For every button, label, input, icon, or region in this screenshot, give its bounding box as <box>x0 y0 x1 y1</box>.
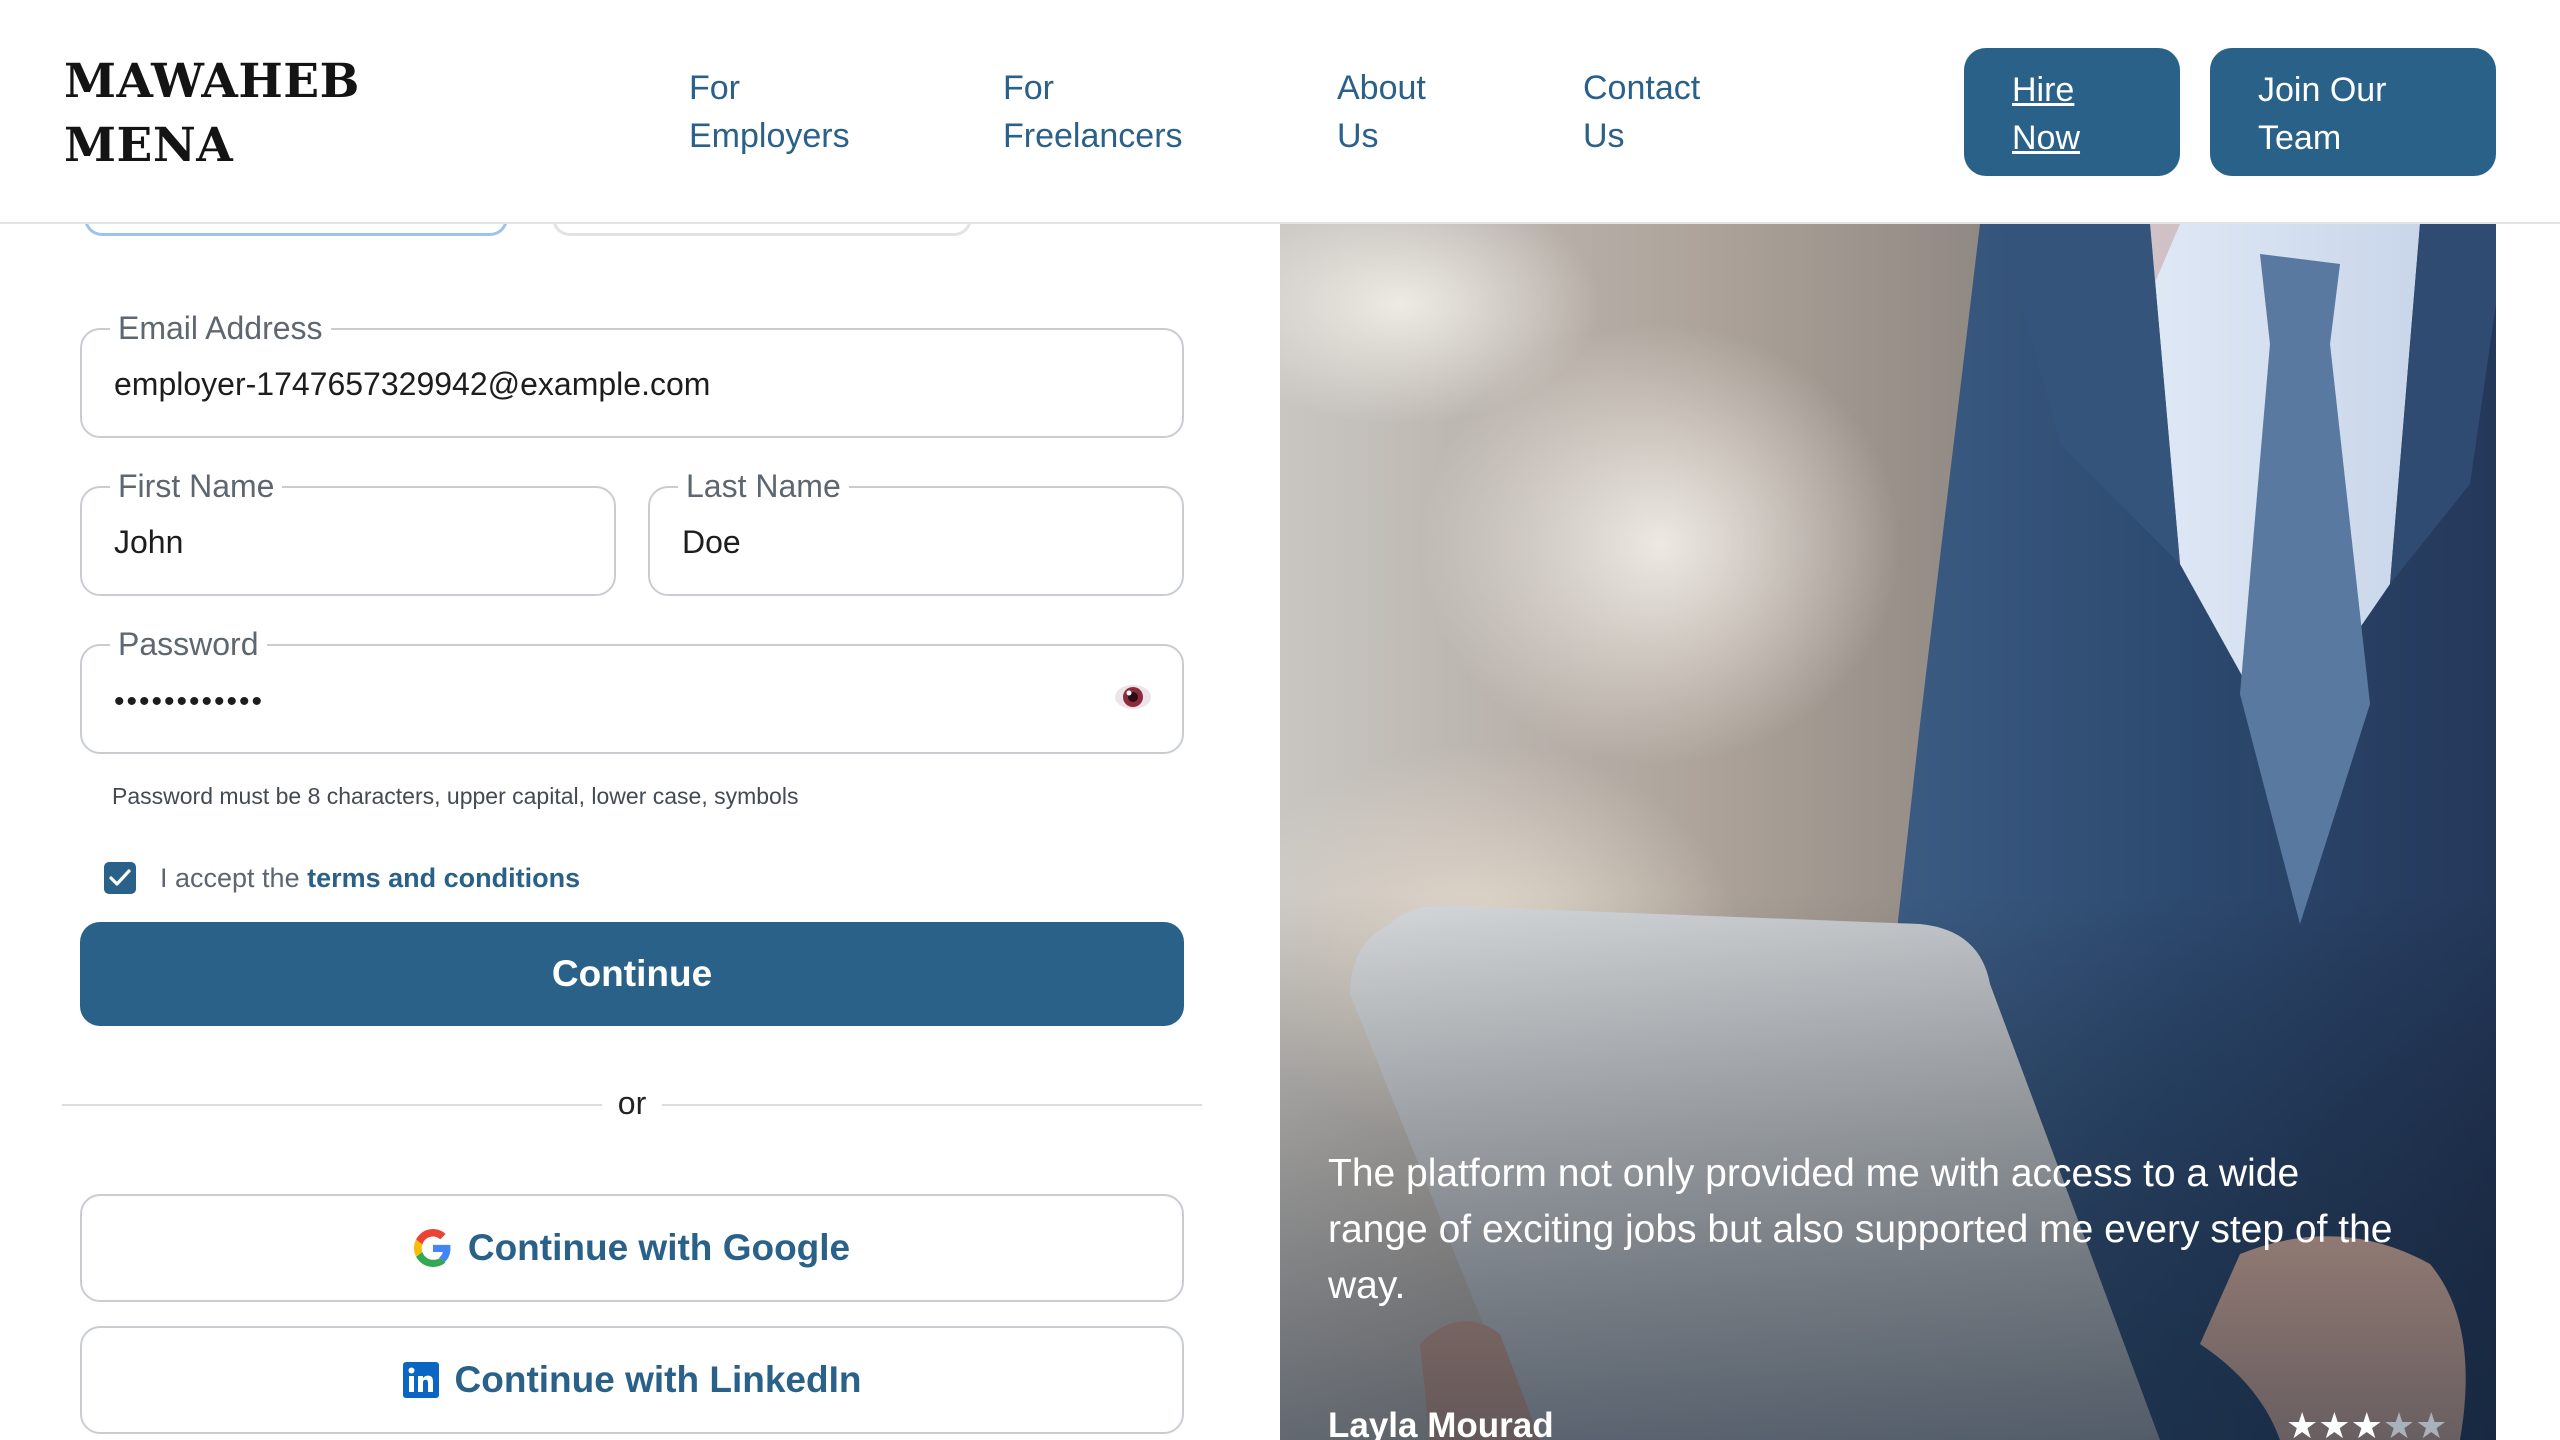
linkedin-button-content: Continue with LinkedIn <box>82 1328 1182 1432</box>
password-value[interactable]: •••••••••••• <box>114 680 264 724</box>
hire-now-line-1: Hire <box>2012 71 2075 109</box>
testimonial-panel: The platform not only provided me with a… <box>1280 224 2496 1440</box>
first-name-field[interactable]: First Name John <box>80 464 616 596</box>
brand-logo[interactable]: MAWAHEB MENA <box>64 50 360 178</box>
password-field[interactable]: Password •••••••••••• <box>80 622 1184 754</box>
nav-for-employers[interactable]: For Employers <box>689 64 850 160</box>
star-empty-icon: ★ <box>2382 1405 2416 1440</box>
terms-link[interactable]: terms and conditions <box>307 863 580 893</box>
rating-stars: ★ ★ ★ ★ ★ <box>2286 1406 2447 1440</box>
email-field[interactable]: Email Address employer-1747657329942@exa… <box>80 306 1184 438</box>
terms-prefix: I accept the <box>160 863 308 893</box>
terms-checkbox[interactable] <box>104 862 136 894</box>
check-icon <box>109 869 131 886</box>
last-name-label: Last Name <box>678 464 849 508</box>
password-hint: Password must be 8 characters, upper cap… <box>112 783 799 809</box>
google-icon <box>413 1229 451 1267</box>
terms-text: I accept the terms and conditions <box>160 858 580 898</box>
nav-about-us-line-1: About <box>1337 69 1426 107</box>
nav-for-freelancers-line-2: Freelancers <box>1003 117 1183 155</box>
star-icon: ★ <box>2286 1405 2319 1440</box>
email-label: Email Address <box>110 306 331 350</box>
divider-or: or <box>617 1085 647 1121</box>
star-empty-icon: ★ <box>2415 1405 2448 1440</box>
star-icon: ★ <box>2318 1405 2351 1440</box>
hire-now-button[interactable]: Hire Now <box>1964 48 2180 176</box>
nav-contact-us[interactable]: Contact Us <box>1583 64 1700 160</box>
divider-line-left <box>62 1104 602 1106</box>
nav-for-freelancers[interactable]: For Freelancers <box>1003 64 1183 160</box>
star-icon: ★ <box>2350 1405 2383 1440</box>
eye-icon[interactable] <box>1114 682 1152 712</box>
first-name-label: First Name <box>110 464 283 508</box>
nav-about-us[interactable]: About Us <box>1337 64 1426 160</box>
testimonial-quote: The platform not only provided me with a… <box>1328 1152 2393 1307</box>
email-value[interactable]: employer-1747657329942@example.com <box>114 362 710 406</box>
continue-button[interactable]: Continue <box>80 922 1184 1026</box>
divider-line-right <box>662 1104 1202 1106</box>
site-header: MAWAHEB MENA For Employers For Freelance… <box>0 0 2560 224</box>
brand-line-2: MENA <box>64 118 234 173</box>
continue-with-linkedin-button[interactable]: Continue with LinkedIn <box>80 1326 1184 1434</box>
nav-contact-us-line-1: Contact <box>1583 69 1701 107</box>
hire-now-line-2: Now <box>2012 119 2081 157</box>
join-team-line-2: Team <box>2258 119 2342 157</box>
nav-for-employers-line-1: For <box>689 69 740 107</box>
first-name-value[interactable]: John <box>114 520 183 564</box>
join-team-line-1: Join Our <box>2258 71 2387 109</box>
nav-about-us-line-2: Us <box>1337 117 1379 155</box>
google-button-label: Continue with Google <box>467 1227 851 1268</box>
linkedin-button-label: Continue with LinkedIn <box>454 1359 862 1400</box>
brand-line-1: MAWAHEB <box>64 54 360 109</box>
nav-for-freelancers-line-1: For <box>1003 69 1054 107</box>
nav-for-employers-line-2: Employers <box>689 117 850 155</box>
nav-contact-us-line-2: Us <box>1583 117 1625 155</box>
signup-form: Email Address employer-1747657329942@exa… <box>0 218 1280 1440</box>
password-label: Password <box>110 622 267 666</box>
last-name-value[interactable]: Doe <box>682 520 741 564</box>
join-our-team-button[interactable]: Join Our Team <box>2210 48 2496 176</box>
last-name-field[interactable]: Last Name Doe <box>648 464 1184 596</box>
continue-with-google-button[interactable]: Continue with Google <box>80 1194 1184 1302</box>
linkedin-icon <box>402 1362 439 1398</box>
testimonial-author: Layla Mourad <box>1328 1406 1554 1440</box>
google-button-content: Continue with Google <box>82 1196 1182 1300</box>
